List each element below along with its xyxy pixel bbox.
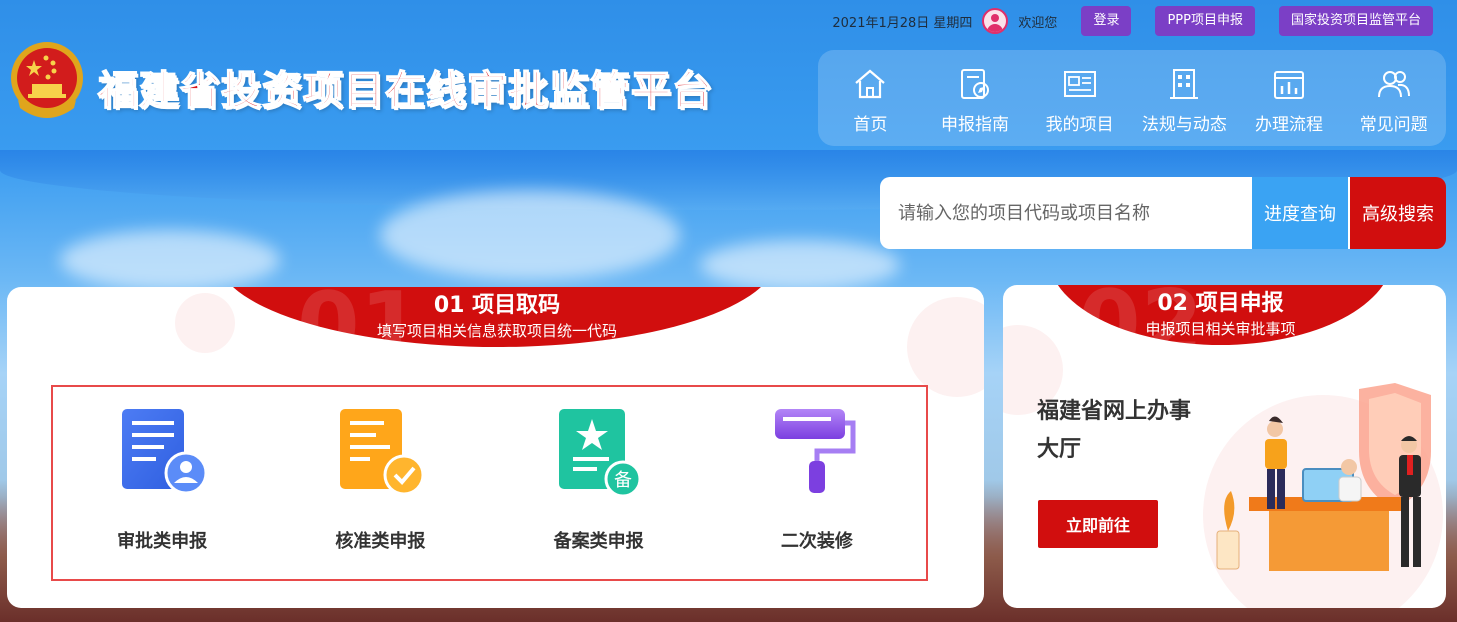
option-label: 备案类申报	[553, 531, 644, 552]
process-icon	[1274, 71, 1305, 99]
users-icon	[1377, 71, 1410, 98]
nav-item-home[interactable]: 首页	[818, 50, 923, 146]
nav-item-my-project[interactable]: 我的项目	[1027, 50, 1132, 146]
option-label: 核准类申报	[335, 531, 426, 552]
option-label: 二次装修	[780, 531, 853, 552]
advanced-search-button[interactable]: 高级搜索	[1348, 177, 1446, 249]
option-renovation[interactable]: 二次装修	[708, 387, 926, 579]
nav-label: 办理流程	[1255, 115, 1324, 135]
user-avatar-icon	[982, 8, 1009, 34]
option-label: 审批类申报	[117, 531, 208, 552]
nav-label: 常见问题	[1359, 115, 1428, 135]
nav-label: 我的项目	[1045, 115, 1114, 135]
nav-item-regulations[interactable]: 法规与动态	[1132, 50, 1237, 146]
paint-roller-icon	[774, 409, 856, 493]
go-now-button[interactable]: 立即前往	[1038, 500, 1158, 548]
progress-query-button[interactable]: 进度查询	[1252, 177, 1348, 249]
cloud-decoration	[700, 240, 900, 290]
search-bar: 进度查询 高级搜索	[880, 177, 1446, 249]
card-header: 01 01 项目取码 填写项目相关信息获取项目统一代码	[217, 287, 777, 378]
top-bar: 2021年1月28日 星期四 欢迎您 登录 PPP项目申报 国家投资项目监管平台	[832, 6, 1433, 36]
record-badge: 备	[614, 470, 632, 491]
home-icon	[855, 69, 886, 99]
guide-icon	[961, 69, 989, 99]
option-record[interactable]: 备 备案类申报	[490, 387, 708, 579]
nav-label: 首页	[853, 115, 888, 135]
nav-label: 申报指南	[941, 115, 1009, 135]
card-title: 01 项目取码	[433, 293, 561, 318]
project-declare-card: 02 02 项目申报 申报项目相关审批事项 福建省网上办事大厅 立即前往	[1003, 285, 1446, 608]
building-icon	[1170, 69, 1199, 99]
current-date: 2021年1月28日 星期四	[832, 15, 973, 31]
nav-item-process[interactable]: 办理流程	[1237, 50, 1342, 146]
nav-item-guide[interactable]: 申报指南	[923, 50, 1028, 146]
login-button[interactable]: 登录	[1081, 6, 1132, 36]
ppp-declare-button[interactable]: PPP项目申报	[1155, 6, 1255, 36]
cloud-decoration	[60, 230, 280, 290]
welcome-text: 欢迎您	[1018, 15, 1058, 31]
main-nav: 首页 申报指南 我的项目 法规与动态 办理流程 常见问题	[818, 50, 1446, 146]
project-icon	[1063, 71, 1096, 97]
record-doc-icon: 备	[558, 409, 642, 497]
nav-item-faq[interactable]: 常见问题	[1341, 50, 1446, 146]
card-title: 02 项目申报	[1157, 291, 1284, 316]
approval-doc-icon	[122, 409, 208, 495]
project-code-card: 01 01 项目取码 填写项目相关信息获取项目统一代码 审批类申报 核准类申报 …	[7, 287, 984, 608]
option-verify[interactable]: 核准类申报	[271, 387, 489, 579]
national-emblem-icon	[11, 42, 83, 118]
declare-type-options: 审批类申报 核准类申报 备 备案类申报 二次装修	[51, 385, 928, 581]
site-title: 福建省投资项目在线审批监管平台	[97, 67, 713, 115]
decor-bubble	[907, 297, 984, 397]
option-approval[interactable]: 审批类申报	[53, 387, 271, 579]
card-subtitle: 填写项目相关信息获取项目统一代码	[376, 322, 617, 340]
cloud-decoration	[380, 190, 680, 280]
national-platform-button[interactable]: 国家投资项目监管平台	[1278, 6, 1433, 36]
online-hall-title: 福建省网上办事大厅	[1037, 399, 1192, 462]
card-header: 02 02 项目申报 申报项目相关审批事项	[1048, 285, 1393, 376]
verify-doc-icon	[340, 409, 425, 496]
search-input[interactable]	[880, 177, 1252, 249]
office-illustration	[1216, 383, 1431, 571]
nav-label: 法规与动态	[1141, 115, 1227, 135]
card-subtitle: 申报项目相关审批事项	[1145, 320, 1296, 338]
